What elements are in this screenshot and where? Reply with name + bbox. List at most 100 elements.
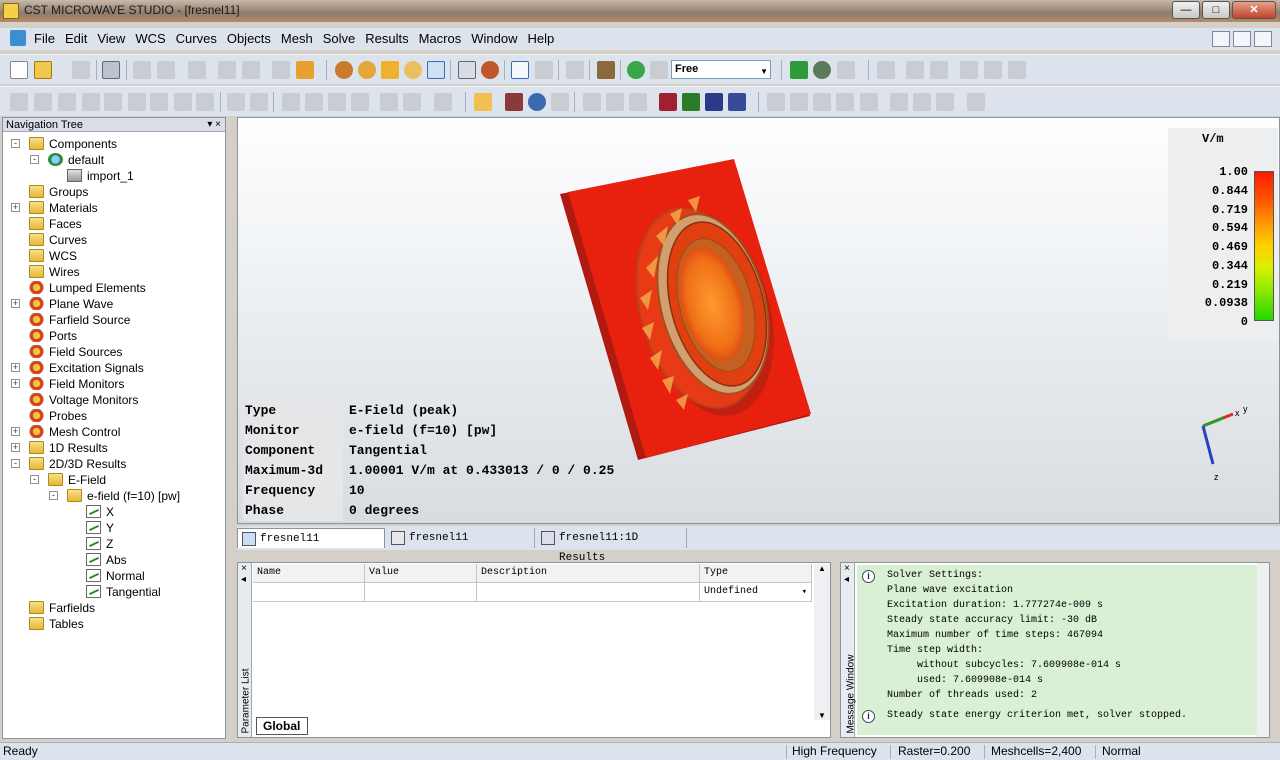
column-description[interactable]: Description [477,564,700,583]
param-type-select[interactable]: Undefined ▾ [700,583,812,602]
minimize-button[interactable]: — [1172,1,1200,19]
tree-item[interactable]: Z [3,536,223,552]
ecylinder-icon[interactable] [128,93,146,111]
param-name-cell[interactable] [253,583,365,602]
tree-item[interactable]: Voltage Monitors [3,392,223,408]
info-icon[interactable] [133,61,151,79]
info-monitor-icon[interactable] [728,93,746,111]
tree-item[interactable]: + Field Monitors [3,376,223,392]
menu-help[interactable]: Help [522,31,559,46]
navigation-tree-controls[interactable]: ▾ × [207,118,221,132]
collapse-icon[interactable]: - [49,491,58,500]
tree-item[interactable]: Lumped Elements [3,280,223,296]
solver-options-icon[interactable] [650,61,668,79]
measure-icon[interactable] [967,93,985,111]
delete-curve-icon[interactable] [913,93,931,111]
tree-item[interactable]: - 2D/3D Results [3,456,223,472]
message-window-controls[interactable]: × ◂ [841,563,854,585]
tree-item[interactable]: X [3,504,223,520]
tree-item[interactable]: - E-Field [3,472,223,488]
tab-1d-results[interactable]: fresnel11:1D Results [537,528,687,564]
tree-item[interactable]: Ports [3,328,223,344]
tree-item[interactable]: Abs [3,552,223,568]
tree-item[interactable]: Y [3,520,223,536]
menu-view[interactable]: View [92,31,130,46]
rotate-profile-icon[interactable] [174,93,192,111]
tree-item[interactable]: Probes [3,408,223,424]
face-align-icon[interactable] [351,93,369,111]
ports-icon[interactable] [474,93,492,111]
scale-icon[interactable] [960,61,978,79]
menu-solve[interactable]: Solve [318,31,361,46]
align-icon[interactable] [877,61,895,79]
message-scrollbar[interactable] [1257,563,1269,737]
column-name[interactable]: Name [253,564,365,583]
parameter-scrollbar[interactable]: ▲ ▼ [814,564,830,720]
tree-item[interactable]: Farfield Source [3,312,223,328]
clear-picks-icon[interactable] [434,93,452,111]
tree-item[interactable]: - e-field (f=10) [pw] [3,488,223,504]
menu-window[interactable]: Window [466,31,522,46]
tree-item[interactable]: Tangential [3,584,223,600]
menu-mesh[interactable]: Mesh [276,31,318,46]
boolean-add-icon[interactable] [227,93,245,111]
arc-icon[interactable] [836,93,854,111]
pick-edge-icon[interactable] [403,93,421,111]
mdi-minimize-button[interactable] [1212,31,1230,47]
pick-face-icon[interactable] [380,93,398,111]
expand-icon[interactable]: + [11,427,20,436]
expand-icon[interactable]: + [11,379,20,388]
plane-wave-icon[interactable] [629,93,647,111]
param-value-cell[interactable] [365,583,477,602]
collapse-icon[interactable]: - [11,459,20,468]
zoom-icon[interactable] [404,61,422,79]
boundary-icon[interactable] [505,93,523,111]
collapse-icon[interactable]: - [30,475,39,484]
green-cube-icon[interactable] [790,61,808,79]
copy-model-icon[interactable] [837,61,855,79]
discrete-port-icon[interactable] [606,93,624,111]
sphere-icon[interactable] [34,93,52,111]
expand-icon[interactable]: + [11,363,20,372]
boolean-subtract-icon[interactable] [250,93,268,111]
open-folder-icon[interactable] [34,61,52,79]
mdi-restore-button[interactable] [1233,31,1251,47]
mdi-close-button[interactable] [1254,31,1272,47]
pick-point-icon[interactable] [511,61,529,79]
tree-item[interactable]: + Materials [3,200,223,216]
cylinder-icon[interactable] [58,93,76,111]
rectangle-icon[interactable] [936,93,954,111]
trim-icon[interactable] [890,93,908,111]
tab-schematic[interactable]: fresnel11 [387,528,535,548]
field-monitor-icon[interactable] [682,93,700,111]
tree-item[interactable]: - Components [3,136,223,152]
maximize-button[interactable]: □ [1202,1,1230,19]
menu-wcs[interactable]: WCS [130,31,170,46]
symmetry-icon[interactable] [528,93,546,111]
tree-item[interactable]: import_1 [3,168,223,184]
collapse-icon[interactable]: - [30,155,39,164]
reset-view-icon[interactable] [458,61,476,79]
loft-icon[interactable] [196,93,214,111]
import-icon[interactable] [296,61,314,79]
scroll-down-arrow[interactable]: ▼ [814,711,830,720]
save-icon[interactable] [72,61,90,79]
grid-icon[interactable] [535,61,553,79]
expand-icon[interactable]: + [11,299,20,308]
tab-3d-view[interactable]: fresnel11 [237,528,385,548]
print-icon[interactable] [102,61,120,79]
blend-icon[interactable] [282,93,300,111]
pan-icon[interactable] [381,61,399,79]
translate-icon[interactable] [1008,61,1026,79]
spin-view-icon[interactable] [358,61,376,79]
scroll-up-arrow[interactable]: ▲ [814,564,830,573]
polygon-icon[interactable] [860,93,878,111]
tree-item[interactable]: Curves [3,232,223,248]
collapse-icon[interactable]: - [11,139,20,148]
history-icon[interactable] [157,61,175,79]
mode-select[interactable]: Free ▼ [671,60,771,79]
tree-item[interactable]: + Plane Wave [3,296,223,312]
rotate-object-icon[interactable] [984,61,1002,79]
stop-icon[interactable] [218,61,236,79]
extrude-icon[interactable] [150,93,168,111]
